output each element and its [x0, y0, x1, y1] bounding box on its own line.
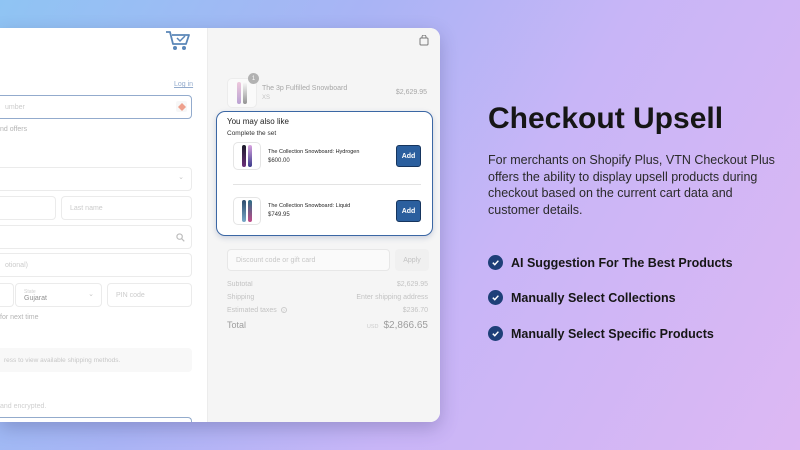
state-select[interactable]: State Gujarat ⌄: [15, 283, 102, 307]
product-price: $749.95: [268, 212, 290, 218]
shipping-row: Shipping Enter shipping address: [227, 294, 428, 301]
chevron-down-icon: ⌄: [178, 174, 184, 181]
checkout-form: Log in umber nd offers ⌄ Last name otion…: [0, 28, 207, 422]
pin-placeholder: PIN code: [116, 291, 145, 299]
product-image: [233, 197, 261, 225]
cart-item-price: $2,629.95: [395, 89, 427, 96]
taxes-value: $236.70: [402, 307, 428, 314]
order-summary: 1 The 3p Fulfilled Snowboard XS $2,629.9…: [207, 28, 440, 422]
product-image: [233, 142, 261, 170]
offers-checkbox-label[interactable]: nd offers: [0, 126, 27, 133]
subtotal-row: Subtotal $2,629.95: [227, 281, 428, 288]
apply-button[interactable]: Apply: [395, 249, 429, 271]
total-amount: USD $2,866.65: [367, 320, 428, 331]
subtotal-value: $2,629.95: [396, 281, 428, 288]
search-icon: [176, 233, 185, 242]
first-name-field[interactable]: [0, 196, 56, 220]
feature-item: AI Suggestion For The Best Products: [488, 255, 733, 270]
chevron-down-icon: ⌄: [88, 291, 94, 298]
check-circle-icon: [488, 326, 503, 341]
snowboard-image: [237, 82, 241, 104]
total-row: Total USD $2,866.65: [227, 320, 428, 331]
cart-item-variant: XS: [262, 95, 271, 101]
feature-text: Manually Select Collections: [511, 290, 676, 305]
quantity-badge: 1: [248, 73, 259, 84]
taxes-label-group: Estimated taxes ?: [227, 307, 287, 314]
last-name-placeholder: Last name: [70, 204, 103, 212]
feature-text: AI Suggestion For The Best Products: [511, 255, 733, 270]
upsell-title: You may also like: [227, 117, 289, 126]
checkout-window: Log in umber nd offers ⌄ Last name otion…: [0, 28, 440, 422]
state-value: Gujarat: [24, 294, 47, 302]
feature-heading: Checkout Upsell: [488, 102, 724, 135]
cart-logo-icon: [166, 31, 190, 50]
snowboard-image: [242, 200, 246, 222]
divider: [233, 184, 421, 185]
product-name: The Collection Snowboard: Hydrogen: [268, 149, 360, 155]
check-circle-icon: [488, 255, 503, 270]
login-link[interactable]: Log in: [174, 81, 193, 88]
shipping-method-notice: ress to view available shipping methods.: [0, 348, 192, 372]
taxes-row: Estimated taxes ? $236.70: [227, 307, 428, 314]
shipping-notice-text: ress to view available shipping methods.: [4, 356, 121, 364]
upsell-widget: You may also like Complete the set The C…: [216, 111, 433, 236]
snowboard-image: [242, 145, 246, 167]
apartment-placeholder: otional): [5, 261, 28, 269]
feature-description: For merchants on Shopify Plus, VTN Check…: [488, 153, 775, 217]
country-select[interactable]: ⌄: [0, 167, 192, 191]
discount-placeholder: Discount code or gift card: [236, 256, 316, 264]
upsell-subtitle: Complete the set: [227, 130, 277, 137]
save-info-label[interactable]: for next time: [0, 314, 39, 321]
add-hydrogen-button[interactable]: Add: [396, 145, 421, 167]
shipping-value: Enter shipping address: [356, 294, 428, 301]
subtotal-label: Subtotal: [227, 281, 253, 288]
total-label: Total: [227, 320, 247, 330]
snowboard-image: [248, 200, 252, 222]
shopping-bag-icon[interactable]: [419, 35, 429, 46]
city-field[interactable]: [0, 283, 14, 307]
feature-item: Manually Select Collections: [488, 290, 676, 305]
product-name: The Collection Snowboard: Liquid: [268, 203, 351, 209]
check-circle-icon: [488, 290, 503, 305]
discount-input[interactable]: Discount code or gift card: [227, 249, 390, 271]
add-liquid-button[interactable]: Add: [396, 200, 421, 222]
product-price: $600.00: [268, 158, 290, 164]
shipping-label: Shipping: [227, 294, 255, 301]
feature-text: Manually Select Specific Products: [511, 326, 714, 341]
payment-box[interactable]: [0, 417, 192, 422]
contact-placeholder: umber: [5, 103, 25, 111]
encrypted-note: and encrypted.: [0, 403, 47, 410]
feature-item: Manually Select Specific Products: [488, 326, 714, 341]
cart-item-name: The 3p Fulfilled Snowboard: [262, 85, 348, 92]
apartment-field[interactable]: otional): [0, 253, 192, 277]
autofill-icon[interactable]: [176, 101, 187, 112]
contact-field[interactable]: umber: [0, 95, 192, 119]
pin-code-field[interactable]: PIN code: [107, 283, 192, 307]
snowboard-image: [243, 82, 247, 104]
total-value: $2,866.65: [383, 320, 429, 331]
currency-code: USD: [366, 324, 379, 330]
taxes-label: Estimated taxes: [227, 307, 277, 314]
info-icon[interactable]: ?: [280, 307, 287, 313]
last-name-field[interactable]: Last name: [61, 196, 192, 220]
address-field[interactable]: [0, 225, 192, 249]
snowboard-image: [248, 145, 252, 167]
